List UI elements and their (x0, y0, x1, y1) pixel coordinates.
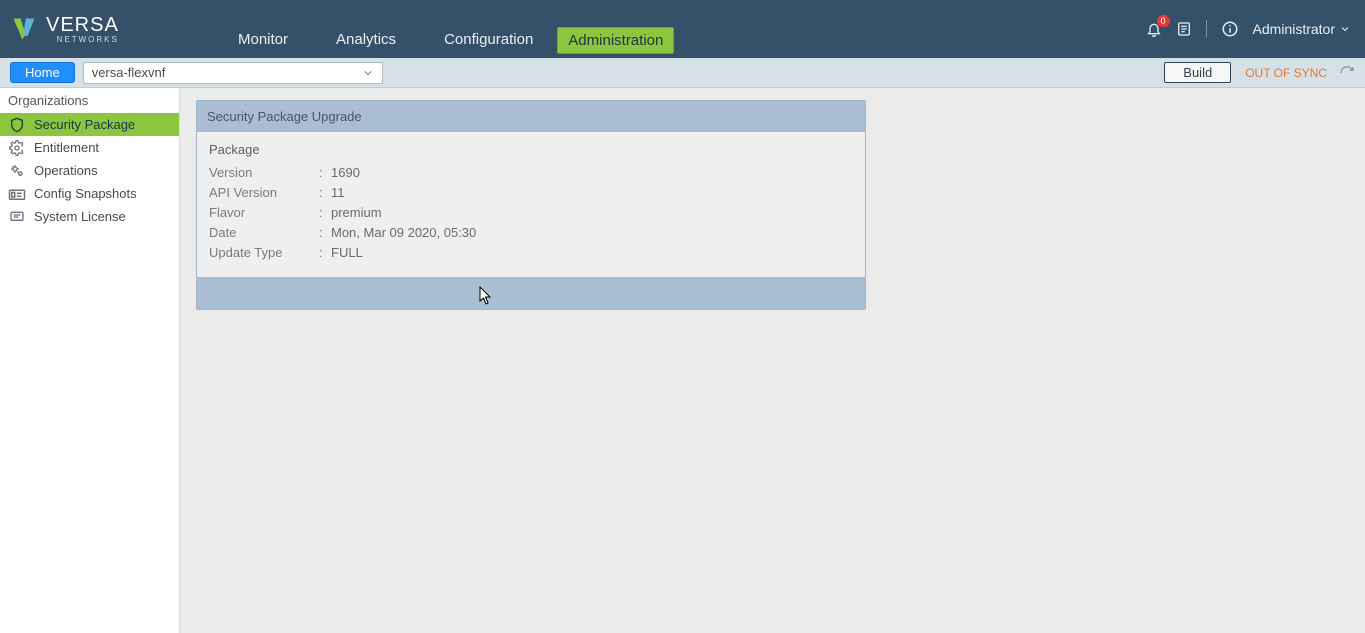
header-right: 0 Administrator (1146, 0, 1365, 58)
kv-key: Flavor (209, 203, 319, 223)
sidebar-item-entitlement[interactable]: Entitlement (0, 136, 179, 159)
notification-badge: 0 (1157, 15, 1170, 27)
sidebar-item-security-package[interactable]: Security Package (0, 113, 179, 136)
tasks-icon[interactable] (1176, 21, 1192, 37)
separator (1206, 20, 1207, 38)
kv-value: premium (331, 203, 382, 223)
kv-colon: : (319, 163, 331, 183)
sidebar: Organizations Security Package Entitleme… (0, 88, 180, 633)
chevron-down-icon (1339, 23, 1351, 35)
brand-name: VERSA (46, 14, 119, 36)
body: Organizations Security Package Entitleme… (0, 88, 1365, 633)
brand-sub: NETWORKS (46, 35, 119, 44)
kv-row: Version : 1690 (209, 163, 853, 183)
panel-title: Security Package Upgrade (197, 101, 865, 132)
sidebar-item-system-license[interactable]: System License (0, 205, 179, 228)
sub-bar: Home versa-flexvnf Build OUT OF SYNC (0, 58, 1365, 88)
tab-configuration[interactable]: Configuration (420, 25, 557, 54)
snapshot-icon (8, 187, 26, 201)
kv-value: FULL (331, 243, 363, 263)
shield-refresh-icon (8, 117, 26, 133)
sidebar-item-label: Operations (34, 163, 98, 178)
sidebar-item-label: Entitlement (34, 140, 99, 155)
tab-analytics[interactable]: Analytics (312, 25, 420, 54)
kv-value: 1690 (331, 163, 360, 183)
brand-logo: VERSA NETWORKS (0, 0, 204, 58)
kv-row: Update Type : FULL (209, 243, 853, 263)
kv-colon: : (319, 223, 331, 243)
panel-body: Package Version : 1690 API Version : 11 … (197, 132, 865, 277)
sidebar-heading: Organizations (0, 88, 179, 113)
kv-key: Version (209, 163, 319, 183)
panel-footer (197, 277, 865, 309)
kv-key: Date (209, 223, 319, 243)
gear-icon (8, 140, 26, 156)
user-label: Administrator (1253, 21, 1335, 37)
kv-value: 11 (331, 183, 345, 203)
license-icon (8, 209, 26, 225)
chevron-down-icon (362, 67, 374, 79)
security-package-panel: Security Package Upgrade Package Version… (196, 100, 866, 310)
sidebar-item-operations[interactable]: Operations (0, 159, 179, 182)
sidebar-item-label: Security Package (34, 117, 135, 132)
brand-mark-icon (10, 15, 38, 43)
home-button[interactable]: Home (10, 62, 75, 83)
kv-row: Flavor : premium (209, 203, 853, 223)
device-selector-value: versa-flexvnf (92, 65, 166, 80)
tab-monitor[interactable]: Monitor (214, 25, 312, 54)
kv-row: API Version : 11 (209, 183, 853, 203)
kv-colon: : (319, 203, 331, 223)
kv-colon: : (319, 183, 331, 203)
user-menu[interactable]: Administrator (1253, 21, 1351, 37)
kv-value: Mon, Mar 09 2020, 05:30 (331, 223, 476, 243)
kv-key: Update Type (209, 243, 319, 263)
build-button[interactable]: Build (1164, 62, 1231, 83)
content-area: Security Package Upgrade Package Version… (180, 88, 1365, 633)
cogs-icon (8, 163, 26, 179)
sidebar-item-config-snapshots[interactable]: Config Snapshots (0, 182, 179, 205)
kv-row: Date : Mon, Mar 09 2020, 05:30 (209, 223, 853, 243)
panel-section-title: Package (209, 142, 853, 157)
device-selector[interactable]: versa-flexvnf (83, 62, 383, 84)
top-nav: Monitor Analytics Configuration Administ… (204, 0, 1146, 58)
info-icon[interactable] (1221, 20, 1239, 38)
kv-key: API Version (209, 183, 319, 203)
sidebar-item-label: Config Snapshots (34, 186, 137, 201)
kv-colon: : (319, 243, 331, 263)
refresh-icon[interactable] (1339, 65, 1355, 81)
tab-administration[interactable]: Administration (557, 27, 674, 54)
notifications-icon[interactable]: 0 (1146, 21, 1162, 37)
app-header: VERSA NETWORKS Monitor Analytics Configu… (0, 0, 1365, 58)
brand-text: VERSA NETWORKS (46, 14, 119, 44)
sync-status: OUT OF SYNC (1245, 66, 1327, 80)
sidebar-item-label: System License (34, 209, 126, 224)
